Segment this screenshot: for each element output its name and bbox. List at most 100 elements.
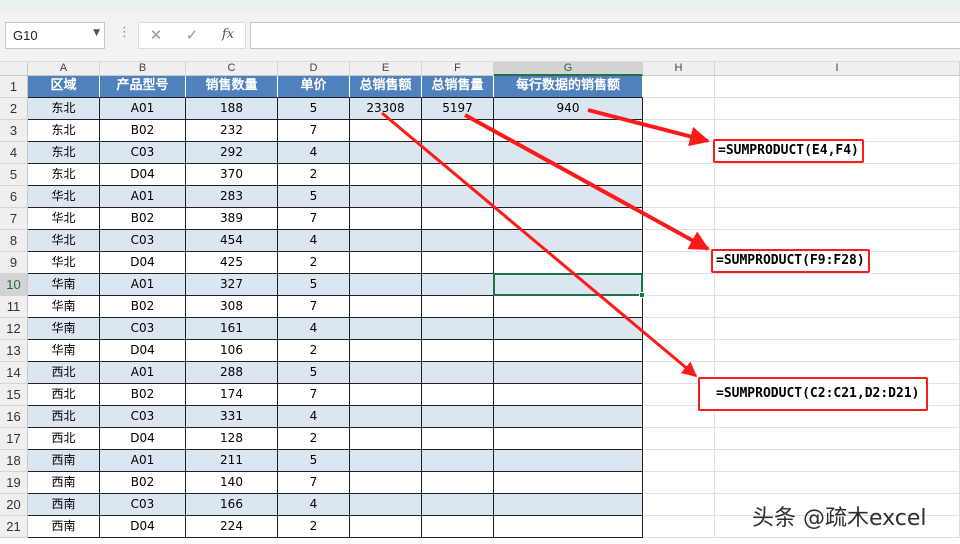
cell[interactable] xyxy=(494,296,643,318)
table-cell[interactable]: 140 xyxy=(186,472,278,494)
cell[interactable] xyxy=(494,164,643,186)
cell[interactable] xyxy=(715,296,960,318)
cell[interactable] xyxy=(422,296,494,318)
row-header-21[interactable]: 21 xyxy=(0,516,28,538)
row-header-17[interactable]: 17 xyxy=(0,428,28,450)
cell[interactable] xyxy=(494,208,643,230)
table-cell[interactable]: A01 xyxy=(100,274,186,296)
cell[interactable] xyxy=(494,142,643,164)
table-cell[interactable]: D04 xyxy=(100,164,186,186)
row-header-5[interactable]: 5 xyxy=(0,164,28,186)
table-cell[interactable]: A01 xyxy=(100,450,186,472)
cell[interactable] xyxy=(350,516,422,538)
cell[interactable] xyxy=(350,472,422,494)
table-cell[interactable]: 东北 xyxy=(28,164,100,186)
table-cell[interactable]: 4 xyxy=(278,406,350,428)
table-cell[interactable]: B02 xyxy=(100,472,186,494)
table-header-cell[interactable]: 产品型号 xyxy=(100,76,186,98)
cell[interactable] xyxy=(350,384,422,406)
table-cell[interactable]: 454 xyxy=(186,230,278,252)
cell[interactable] xyxy=(422,450,494,472)
cell[interactable] xyxy=(643,450,715,472)
column-header-b[interactable]: B xyxy=(100,62,186,76)
cell[interactable] xyxy=(422,406,494,428)
table-cell[interactable]: 华北 xyxy=(28,208,100,230)
more-options-icon[interactable]: ⋮ xyxy=(118,25,131,40)
table-cell[interactable]: 7 xyxy=(278,120,350,142)
table-cell[interactable]: 5 xyxy=(278,274,350,296)
row-header-11[interactable]: 11 xyxy=(0,296,28,318)
cell[interactable] xyxy=(422,164,494,186)
cell[interactable] xyxy=(643,120,715,142)
cell[interactable] xyxy=(643,428,715,450)
table-cell[interactable]: 4 xyxy=(278,318,350,340)
row-header-15[interactable]: 15 xyxy=(0,384,28,406)
table-cell[interactable]: 华南 xyxy=(28,296,100,318)
table-cell[interactable]: 西北 xyxy=(28,428,100,450)
table-header-cell[interactable]: 总销售额 xyxy=(350,76,422,98)
cell[interactable] xyxy=(494,186,643,208)
table-header-cell[interactable]: 每行数据的销售额 xyxy=(494,76,643,98)
cell[interactable] xyxy=(422,494,494,516)
cell[interactable] xyxy=(715,428,960,450)
cell[interactable] xyxy=(715,186,960,208)
table-cell[interactable]: 2 xyxy=(278,340,350,362)
table-cell[interactable]: D04 xyxy=(100,340,186,362)
cell[interactable] xyxy=(643,516,715,538)
table-cell[interactable]: 188 xyxy=(186,98,278,120)
name-box[interactable]: G10 ▼ xyxy=(5,22,105,49)
table-cell[interactable]: 2 xyxy=(278,428,350,450)
cell[interactable] xyxy=(494,428,643,450)
table-cell[interactable]: 4 xyxy=(278,494,350,516)
table-cell[interactable]: 232 xyxy=(186,120,278,142)
table-header-cell[interactable]: 单价 xyxy=(278,76,350,98)
table-cell[interactable]: 331 xyxy=(186,406,278,428)
row-header-2[interactable]: 2 xyxy=(0,98,28,120)
table-cell[interactable]: 西南 xyxy=(28,494,100,516)
fill-handle[interactable] xyxy=(639,292,645,298)
table-cell[interactable]: 华南 xyxy=(28,318,100,340)
cell[interactable] xyxy=(422,252,494,274)
cell[interactable] xyxy=(494,494,643,516)
formula-input[interactable] xyxy=(250,22,960,49)
table-cell[interactable]: 西北 xyxy=(28,384,100,406)
column-header-g[interactable]: G xyxy=(494,62,643,76)
table-cell[interactable]: 161 xyxy=(186,318,278,340)
cell[interactable] xyxy=(643,142,715,164)
cell[interactable] xyxy=(422,120,494,142)
cell[interactable] xyxy=(643,296,715,318)
table-cell[interactable]: 5 xyxy=(278,186,350,208)
table-cell[interactable]: A01 xyxy=(100,362,186,384)
table-cell[interactable]: 5 xyxy=(278,450,350,472)
row-header-13[interactable]: 13 xyxy=(0,340,28,362)
cell[interactable] xyxy=(494,120,643,142)
table-cell[interactable]: 7 xyxy=(278,472,350,494)
cell[interactable] xyxy=(715,274,960,296)
cell[interactable] xyxy=(422,340,494,362)
cell[interactable] xyxy=(643,186,715,208)
table-cell[interactable]: B02 xyxy=(100,208,186,230)
table-cell[interactable]: A01 xyxy=(100,186,186,208)
table-cell[interactable]: 2 xyxy=(278,516,350,538)
table-cell[interactable]: 370 xyxy=(186,164,278,186)
table-cell[interactable]: C03 xyxy=(100,318,186,340)
row-header-20[interactable]: 20 xyxy=(0,494,28,516)
cell[interactable] xyxy=(350,186,422,208)
cell[interactable] xyxy=(715,340,960,362)
row-header-18[interactable]: 18 xyxy=(0,450,28,472)
table-cell[interactable]: 4 xyxy=(278,142,350,164)
table-cell[interactable]: 2 xyxy=(278,164,350,186)
cell[interactable] xyxy=(715,318,960,340)
table-cell[interactable]: 2 xyxy=(278,252,350,274)
row-header-12[interactable]: 12 xyxy=(0,318,28,340)
cell[interactable] xyxy=(643,494,715,516)
row-header-6[interactable]: 6 xyxy=(0,186,28,208)
cell[interactable] xyxy=(494,230,643,252)
cell[interactable] xyxy=(715,98,960,120)
cell[interactable] xyxy=(494,472,643,494)
cell[interactable] xyxy=(643,208,715,230)
table-cell[interactable]: D04 xyxy=(100,428,186,450)
row-header-1[interactable]: 1 xyxy=(0,76,28,98)
cell[interactable] xyxy=(715,164,960,186)
table-header-cell[interactable]: 区域 xyxy=(28,76,100,98)
